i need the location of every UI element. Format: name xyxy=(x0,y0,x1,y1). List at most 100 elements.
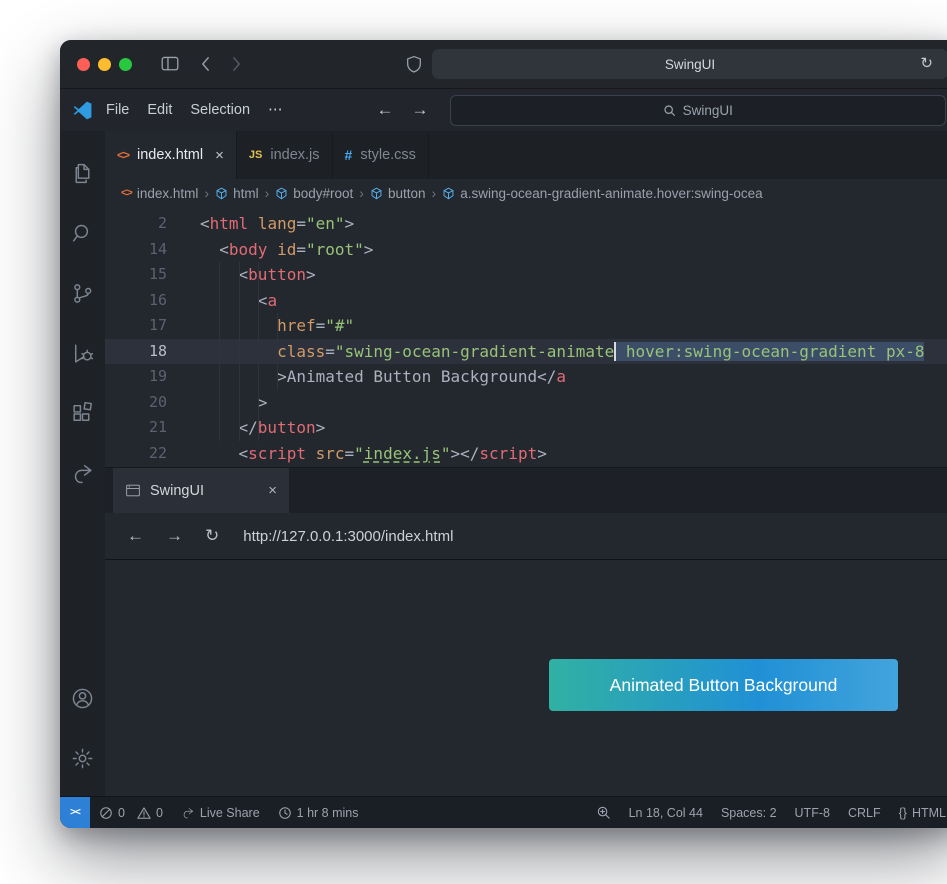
address-bar[interactable]: SwingUI ↻ xyxy=(432,49,947,79)
magnifier-icon xyxy=(597,806,610,819)
animated-gradient-button[interactable]: Animated Button Background xyxy=(549,659,898,711)
menu-selection[interactable]: Selection xyxy=(181,98,259,122)
line-number[interactable]: 17 xyxy=(105,313,200,339)
zoom-status[interactable] xyxy=(596,805,611,820)
tab-index-html[interactable]: <> index.html × xyxy=(105,131,237,179)
code-line[interactable]: 16 <a xyxy=(105,288,947,314)
line-number[interactable]: 14 xyxy=(105,237,200,263)
problems-errors[interactable]: 0 xyxy=(99,806,125,820)
vscode-logo-icon xyxy=(72,100,93,121)
cursor-position[interactable]: Ln 18, Col 44 xyxy=(629,806,703,820)
code-line[interactable]: 20 > xyxy=(105,390,947,416)
chevron-right-icon: › xyxy=(431,185,437,201)
explorer-icon[interactable] xyxy=(60,143,105,203)
back-icon[interactable] xyxy=(200,56,211,72)
tab-style-css[interactable]: # style.css xyxy=(332,131,429,179)
vscode-menubar: File Edit Selection ⋯ ← → SwingUI xyxy=(60,89,947,131)
history-forward-icon[interactable]: → xyxy=(403,100,438,120)
sidebar-toggle-icon[interactable] xyxy=(160,55,180,73)
breadcrumb-item[interactable]: html xyxy=(215,186,259,201)
code-line[interactable]: 17 href="#" xyxy=(105,313,947,339)
code-line[interactable]: 21 </button> xyxy=(105,415,947,441)
line-number[interactable]: 19 xyxy=(105,364,200,390)
eol-sequence[interactable]: CRLF xyxy=(848,806,881,820)
chevron-right-icon: › xyxy=(264,185,270,201)
js-file-icon: JS xyxy=(248,149,263,161)
line-number[interactable]: 21 xyxy=(105,415,200,441)
menu-edit[interactable]: Edit xyxy=(138,98,181,122)
problems-warnings[interactable]: 0 xyxy=(137,806,163,820)
settings-gear-icon[interactable] xyxy=(70,728,95,788)
panel-tabbar: SwingUI × xyxy=(105,467,947,513)
preview-toolbar: ← → ↻ http://127.0.0.1:3000/index.html xyxy=(105,513,947,560)
live-share-status[interactable]: Live Share xyxy=(181,806,260,820)
code-editor[interactable]: 2 <html lang="en"> 14 <body id="root"> 15 <… xyxy=(105,207,947,467)
indent-guide xyxy=(258,262,259,441)
live-share-icon xyxy=(183,807,193,818)
breadcrumb-item[interactable]: <> index.html xyxy=(121,186,198,201)
clock-icon xyxy=(278,806,291,819)
menu-more-icon[interactable]: ⋯ xyxy=(259,98,292,122)
panel-tab-swingui[interactable]: SwingUI × xyxy=(113,468,289,513)
preview-forward-icon[interactable]: → xyxy=(166,526,183,546)
live-share-icon[interactable] xyxy=(60,443,105,503)
error-icon xyxy=(100,806,112,819)
browser-titlebar: SwingUI ↻ xyxy=(60,40,947,89)
line-number[interactable]: 20 xyxy=(105,390,200,416)
warning-icon xyxy=(137,806,151,819)
tab-label: index.js xyxy=(270,147,320,163)
breadcrumb-item[interactable]: body#root xyxy=(275,186,353,201)
breadcrumb-item[interactable]: button xyxy=(370,186,426,201)
css-file-icon: # xyxy=(344,147,353,163)
privacy-shield-icon[interactable] xyxy=(406,55,422,74)
close-icon[interactable]: × xyxy=(215,147,224,164)
editor-tabstrip: <> index.html × JS index.js # style.css xyxy=(105,131,947,179)
symbol-cube-icon xyxy=(442,187,455,200)
line-number[interactable]: 15 xyxy=(105,262,200,288)
preview-url[interactable]: http://127.0.0.1:3000/index.html xyxy=(243,528,453,545)
code-line[interactable]: 18 class="swing-ocean-gradient-animate h… xyxy=(105,338,947,365)
command-search-value: SwingUI xyxy=(682,102,733,118)
run-debug-icon[interactable] xyxy=(60,323,105,383)
line-number[interactable]: 16 xyxy=(105,288,200,314)
command-search-input[interactable]: SwingUI xyxy=(449,94,946,126)
symbol-cube-icon xyxy=(370,187,383,200)
html-file-icon: <> xyxy=(117,148,130,162)
search-icon[interactable] xyxy=(60,203,105,263)
html-file-icon: <> xyxy=(121,187,133,199)
code-line[interactable]: 2 <html lang="en"> xyxy=(105,211,947,237)
line-number[interactable]: 18 xyxy=(105,339,200,365)
symbol-cube-icon xyxy=(275,187,288,200)
menu-file[interactable]: File xyxy=(97,98,138,122)
code-line[interactable]: 15 <button> xyxy=(105,262,947,288)
language-mode[interactable]: {} HTML xyxy=(899,806,946,820)
code-line[interactable]: 14 <body id="root"> xyxy=(105,237,947,263)
line-number[interactable]: 22 xyxy=(105,441,200,467)
remote-indicator[interactable]: >< xyxy=(60,797,90,828)
tab-index-js[interactable]: JS index.js xyxy=(236,131,333,179)
code-line[interactable]: 19 >Animated Button Background</a xyxy=(105,364,947,390)
indent-guide xyxy=(239,262,240,441)
forward-icon[interactable] xyxy=(231,56,242,72)
timer-status[interactable]: 1 hr 8 mins xyxy=(278,806,359,820)
breadcrumb-item[interactable]: a.swing-ocean-gradient-animate.hover:swi… xyxy=(442,186,763,201)
braces-icon: {} xyxy=(898,805,907,820)
close-window-button[interactable] xyxy=(77,57,90,71)
minimize-window-button[interactable] xyxy=(98,57,111,71)
extensions-icon[interactable] xyxy=(60,383,105,443)
statusbar: >< 0 0 Live Share 1 hr 8 mins Ln 18, Col… xyxy=(60,796,947,828)
zoom-window-button[interactable] xyxy=(119,57,132,71)
close-icon[interactable]: × xyxy=(268,482,277,499)
preview-back-icon[interactable]: ← xyxy=(127,526,144,546)
encoding[interactable]: UTF-8 xyxy=(795,806,830,820)
history-back-icon[interactable]: ← xyxy=(368,100,403,120)
code-line[interactable]: 22 <script src="index.js"></script> xyxy=(105,441,947,467)
preview-reload-icon[interactable]: ↻ xyxy=(205,526,219,546)
line-number[interactable]: 2 xyxy=(105,211,200,237)
source-control-icon[interactable] xyxy=(60,263,105,323)
indentation[interactable]: Spaces: 2 xyxy=(721,806,777,820)
reload-icon[interactable]: ↻ xyxy=(914,53,939,73)
browser-preview-icon xyxy=(126,484,140,497)
account-icon[interactable] xyxy=(70,668,95,728)
symbol-cube-icon xyxy=(215,187,228,200)
